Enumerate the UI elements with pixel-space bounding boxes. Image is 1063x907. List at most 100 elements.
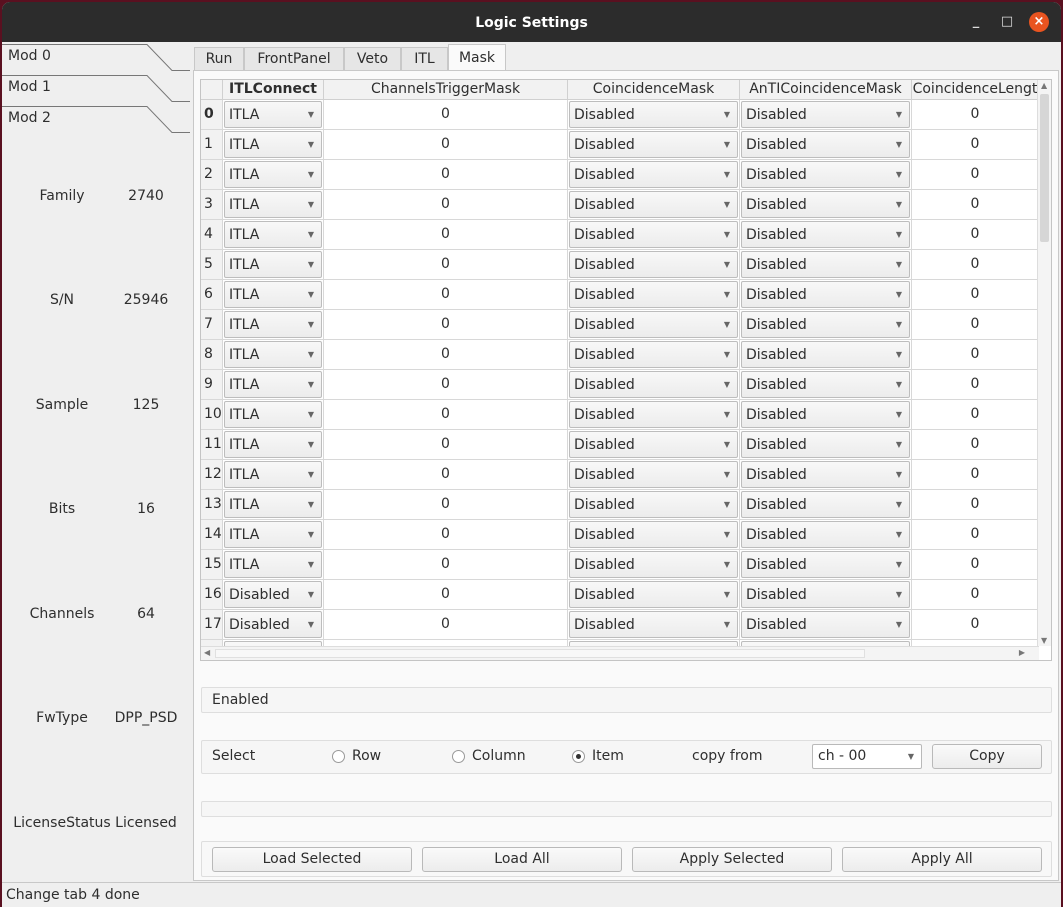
anti-select[interactable]: Disabled ▼ (741, 131, 910, 158)
load-selected-button[interactable]: Load Selected (212, 847, 412, 872)
coin-select[interactable]: Disabled ▼ (569, 491, 738, 518)
vertical-scrollbar[interactable]: ▲ ▼ (1037, 80, 1051, 646)
scroll-up-icon[interactable]: ▲ (1041, 81, 1047, 90)
cell-anti[interactable]: Disabled ▼ (740, 100, 912, 130)
cell-anti[interactable]: Disabled ▼ (740, 190, 912, 220)
cell-coin[interactable]: Disabled ▼ (568, 310, 740, 340)
cell-anti[interactable]: Disabled ▼ (740, 490, 912, 520)
row-header[interactable]: 10 (201, 400, 223, 430)
cell-coin[interactable]: Disabled ▼ (568, 580, 740, 610)
radio-row[interactable] (332, 750, 345, 763)
cell-len[interactable]: 0 (912, 340, 1039, 370)
anti-select[interactable]: Disabled ▼ (741, 161, 910, 188)
cell-itl[interactable]: ITLA ▼ (223, 250, 324, 280)
load-all-button[interactable]: Load All (422, 847, 622, 872)
anti-select[interactable]: Disabled ▼ (741, 461, 910, 488)
cell-coin[interactable]: Disabled ▼ (568, 340, 740, 370)
coin-select[interactable]: Disabled ▼ (569, 251, 738, 278)
scroll-down-icon[interactable]: ▼ (1041, 636, 1047, 645)
anti-select[interactable]: Disabled ▼ (741, 341, 910, 368)
anti-select[interactable]: Disabled ▼ (741, 101, 910, 128)
coin-select[interactable]: Disabled ▼ (569, 131, 738, 158)
tab-mask[interactable]: Mask (448, 44, 506, 72)
itl-select[interactable]: ITLA ▼ (224, 251, 322, 278)
anti-select[interactable]: Disabled ▼ (741, 311, 910, 338)
cell-anti[interactable]: Disabled ▼ (740, 460, 912, 490)
cell-anti[interactable]: Disabled ▼ (740, 520, 912, 550)
cell-anti[interactable]: Disabled ▼ (740, 220, 912, 250)
cell-coin[interactable]: Disabled ▼ (568, 430, 740, 460)
anti-select[interactable]: Disabled ▼ (741, 191, 910, 218)
cell-anti[interactable]: Disabled ▼ (740, 160, 912, 190)
cell-anti[interactable]: Disabled ▼ (740, 550, 912, 580)
radio-label[interactable]: Item (592, 748, 624, 764)
tab-run[interactable]: Run (194, 47, 244, 71)
cell-trig[interactable]: 0 (324, 160, 568, 190)
cell-anti[interactable]: Disabled ▼ (740, 130, 912, 160)
itl-select[interactable]: ITLA ▼ (224, 191, 322, 218)
cell-trig[interactable]: 0 (324, 220, 568, 250)
cell-anti[interactable]: Disabled ▼ (740, 310, 912, 340)
row-header[interactable]: 4 (201, 220, 223, 250)
cell-itl[interactable]: ITLA ▼ (223, 160, 324, 190)
cell-itl[interactable]: ITLA ▼ (223, 460, 324, 490)
itl-select[interactable]: ITLA ▼ (224, 551, 322, 578)
anti-select[interactable]: Disabled ▼ (741, 281, 910, 308)
anti-select[interactable]: Disabled ▼ (741, 581, 910, 608)
cell-len[interactable]: 0 (912, 250, 1039, 280)
cell-trig[interactable]: 0 (324, 490, 568, 520)
coin-select[interactable]: Disabled ▼ (569, 401, 738, 428)
cell-anti[interactable]: Disabled ▼ (740, 340, 912, 370)
cell-len[interactable]: 0 (912, 130, 1039, 160)
coin-select[interactable]: Disabled ▼ (569, 581, 738, 608)
cell-itl[interactable]: ITLA ▼ (223, 430, 324, 460)
coin-select[interactable]: Disabled ▼ (569, 551, 738, 578)
cell-itl[interactable]: ITLA ▼ (223, 520, 324, 550)
tab-veto[interactable]: Veto (344, 47, 401, 71)
itl-select[interactable]: ITLA ▼ (224, 131, 322, 158)
row-header[interactable]: 17 (201, 610, 223, 640)
cell-itl[interactable]: ITLA ▼ (223, 220, 324, 250)
cell-trig[interactable]: 0 (324, 580, 568, 610)
itl-select[interactable]: Disabled ▼ (224, 581, 322, 608)
anti-select[interactable]: Disabled ▼ (741, 401, 910, 428)
cell-itl[interactable]: ITLA ▼ (223, 100, 324, 130)
cell-coin[interactable]: Disabled ▼ (568, 550, 740, 580)
column-header[interactable]: ChannelsTriggerMask (324, 80, 568, 100)
column-header[interactable]: AnTICoincidenceMask (740, 80, 912, 100)
module-tab-1[interactable]: Mod 1 (2, 75, 190, 105)
radio-item[interactable] (572, 750, 585, 763)
itl-select[interactable]: ITLA ▼ (224, 521, 322, 548)
cell-itl[interactable]: ITLA ▼ (223, 340, 324, 370)
cell-len[interactable]: 0 (912, 220, 1039, 250)
cell-len[interactable]: 0 (912, 370, 1039, 400)
cell-len[interactable]: 0 (912, 550, 1039, 580)
cell-itl[interactable]: ITLA ▼ (223, 490, 324, 520)
minimize-icon[interactable]: _ (966, 12, 986, 32)
row-header[interactable]: 6 (201, 280, 223, 310)
cell-itl[interactable]: ITLA ▼ (223, 310, 324, 340)
cell-anti[interactable]: Disabled ▼ (740, 370, 912, 400)
cell-itl[interactable]: Disabled ▼ (223, 580, 324, 610)
coin-select[interactable]: Disabled ▼ (569, 281, 738, 308)
apply-all-button[interactable]: Apply All (842, 847, 1042, 872)
cell-itl[interactable]: ITLA ▼ (223, 550, 324, 580)
cell-anti[interactable]: Disabled ▼ (740, 250, 912, 280)
anti-select[interactable]: Disabled ▼ (741, 611, 910, 638)
cell-len[interactable]: 0 (912, 610, 1039, 640)
cell-trig[interactable]: 0 (324, 100, 568, 130)
cell-len[interactable]: 0 (912, 430, 1039, 460)
itl-select[interactable]: ITLA ▼ (224, 401, 322, 428)
cell-len[interactable]: 0 (912, 100, 1039, 130)
anti-select[interactable]: Disabled ▼ (741, 491, 910, 518)
scroll-left-icon[interactable]: ◀ (204, 648, 210, 657)
itl-select[interactable]: ITLA ▼ (224, 161, 322, 188)
cell-len[interactable]: 0 (912, 460, 1039, 490)
scroll-right-icon[interactable]: ▶ (1019, 648, 1025, 657)
column-header[interactable]: CoincidenceLengt (912, 80, 1039, 100)
cell-coin[interactable]: Disabled ▼ (568, 130, 740, 160)
cell-coin[interactable]: Disabled ▼ (568, 190, 740, 220)
row-header[interactable]: 3 (201, 190, 223, 220)
row-header[interactable]: 12 (201, 460, 223, 490)
module-tab-0[interactable]: Mod 0 (2, 44, 190, 74)
